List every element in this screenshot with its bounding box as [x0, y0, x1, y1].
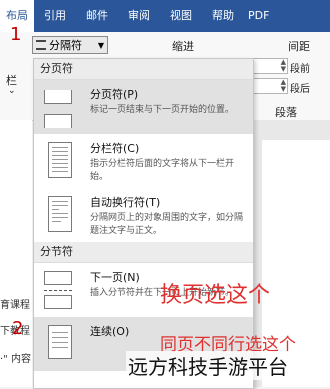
annotation-next-page: 换页选这个 [160, 283, 271, 308]
watermark-text: 远方科技手游平台 [126, 351, 290, 380]
menu-item-desc: 标记一页结束与下一页开始的位置。 [90, 105, 235, 115]
indent-spinbox[interactable]: ▲ ▼ [252, 58, 288, 74]
partial-text-3: ·" 内容 [0, 354, 31, 365]
spin-arrows-icon[interactable]: ▲ ▼ [281, 59, 286, 73]
tab-help[interactable]: 帮助 [202, 0, 244, 32]
page-break-icon [40, 86, 80, 130]
tab-pdf[interactable]: PDF [244, 0, 273, 32]
continuous-icon [40, 323, 80, 367]
menu-item-page-break[interactable]: 分页符(P) 标记一页结束与下一页开始的位置。 [34, 80, 253, 134]
step-number-1: 1 [10, 24, 22, 45]
menu-item-title: 分栏符(C) [90, 142, 140, 155]
space-after-label: 段后 [290, 84, 310, 95]
separator-button[interactable]: 分隔符 ▼ [32, 36, 108, 54]
indent-spinbox-2[interactable]: ▲ ▼ [252, 78, 288, 94]
spin-arrows-icon[interactable]: ▲ ▼ [281, 79, 286, 93]
separator-icon [36, 40, 46, 50]
separator-button-label: 分隔符 [49, 39, 82, 52]
section-header-page-breaks: 分页符 [34, 59, 253, 80]
column-break-icon [40, 140, 80, 184]
next-page-icon [40, 269, 80, 313]
section-header-section-breaks: 分节符 [34, 242, 253, 263]
spacing-label: 间距 [288, 40, 310, 53]
menu-item-text-wrapping[interactable]: 自动换行符(T) 分隔网页上的对象周围的文字，如分隔题注文字与正文。 [34, 188, 253, 242]
ribbon-tab-bar: 布局 引用 邮件 审阅 视图 帮助 PDF [0, 0, 330, 32]
text-wrapping-icon [40, 194, 80, 238]
tab-references[interactable]: 引用 [34, 0, 76, 32]
step-number-2: 2 [12, 318, 24, 339]
menu-item-desc: 指示分栏符后面的文字将从下一栏开始。 [90, 159, 235, 182]
tab-view[interactable]: 视图 [160, 0, 202, 32]
document-left-strip: 育课程 下教程 ·" 内容 [0, 120, 32, 387]
columns-chevron[interactable]: ⌄ [8, 86, 16, 96]
menu-item-title: 分页符(P) [90, 88, 139, 101]
tab-review[interactable]: 审阅 [118, 0, 160, 32]
menu-item-desc: 分隔网页上的对象周围的文字，如分隔题注文字与正文。 [90, 213, 244, 236]
tab-mailings[interactable]: 邮件 [76, 0, 118, 32]
paragraph-group-label: 段落 [275, 106, 297, 119]
partial-text-1: 育课程 [0, 300, 30, 311]
chevron-down-icon: ▼ [97, 40, 104, 50]
menu-item-title: 自动换行符(T) [90, 196, 161, 209]
menu-item-column-break[interactable]: 分栏符(C) 指示分栏符后面的文字将从下一栏开始。 [34, 134, 253, 188]
indent-label: 缩进 [172, 40, 194, 53]
space-before-label: 段前 [290, 64, 310, 75]
